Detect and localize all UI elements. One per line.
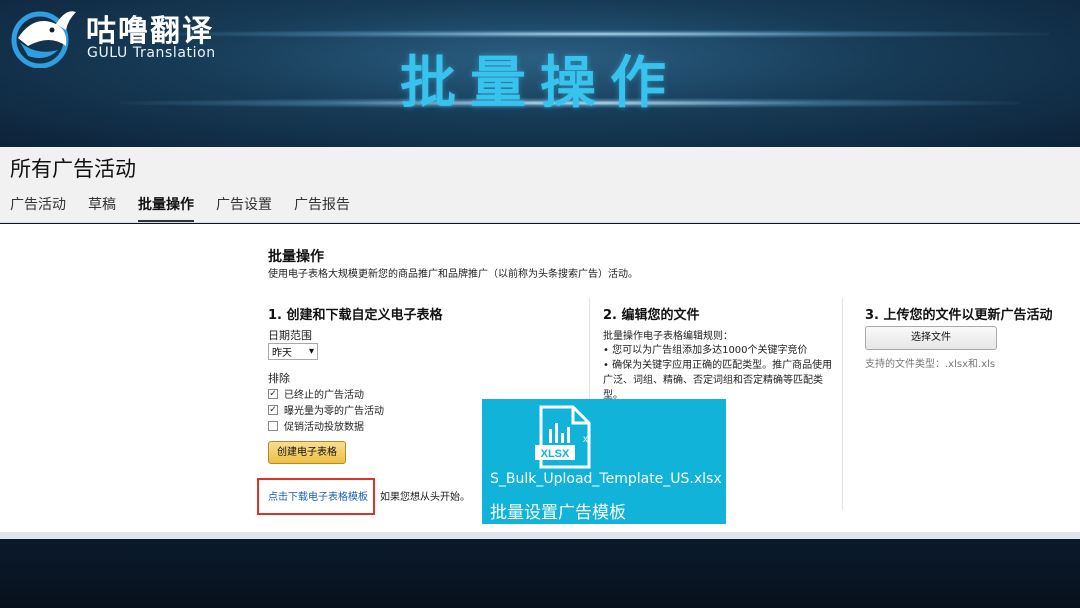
promo-data-checkbox-label: 促销活动投放数据 xyxy=(284,422,364,433)
page-title: 所有广告活动 xyxy=(10,157,136,181)
banner-glow-top xyxy=(150,30,1050,38)
exclude-terminated-checkbox-row[interactable]: ✓ 已终止的广告活动 xyxy=(268,386,364,401)
zero-impressions-checkbox-label: 曝光量为零的广告活动 xyxy=(284,406,384,417)
exclude-zero-impressions-checkbox-row[interactable]: ✓ 曝光量为零的广告活动 xyxy=(268,402,384,417)
download-template-note: 如果您想从头开始。 xyxy=(380,492,470,503)
edit-rule-line: • 您可以为广告组添加多达1000个关键字竞价 xyxy=(603,345,808,356)
edit-rule-line: • 确保为关键字应用正确的匹配类型。推广商品使用 xyxy=(603,360,833,371)
supported-file-types: 支持的文件类型：.xlsx和.xls xyxy=(865,359,996,370)
bulk-section-title: 批量操作 xyxy=(268,249,324,265)
step3-heading: 3. 上传您的文件以更新广告活动 xyxy=(865,308,1053,323)
template-file-name: S_Bulk_Upload_Template_US.xlsx xyxy=(490,471,722,487)
banner: 咕噜翻译 GULU Translation 批量操作 xyxy=(0,0,1080,147)
tab-drafts[interactable]: 草稿 xyxy=(88,194,116,222)
step2-heading: 2. 编辑您的文件 xyxy=(603,308,700,323)
footer-band xyxy=(0,539,1080,608)
column-divider xyxy=(842,298,843,510)
xlsx-file-icon: XLSX x xyxy=(535,405,591,469)
footer-stripe xyxy=(0,532,1080,539)
download-template-link[interactable]: 点击下载电子表格模板 xyxy=(268,488,368,503)
banner-title: 批量操作 xyxy=(400,51,680,116)
date-range-select[interactable]: 昨天 ▾ xyxy=(268,343,318,360)
edit-rules-title: 批量操作电子表格编辑规则： xyxy=(603,331,733,342)
xlsx-icon-label: XLSX xyxy=(541,448,570,460)
template-caption: 批量设置广告模板 xyxy=(490,503,626,523)
choose-file-button[interactable]: 选择文件 xyxy=(865,326,997,350)
tab-campaigns[interactable]: 广告活动 xyxy=(10,194,66,222)
exclude-promo-data-checkbox-row[interactable]: 促销活动投放数据 xyxy=(268,418,364,433)
terminated-checkbox[interactable]: ✓ xyxy=(268,388,278,399)
edit-rule-line: 广泛、词组、精确、否定词组和否定精确等匹配类 xyxy=(603,375,823,386)
date-range-label: 日期范围 xyxy=(268,329,312,342)
step1-heading: 1. 创建和下载自定义电子表格 xyxy=(268,308,443,323)
exclude-label: 排除 xyxy=(268,372,290,385)
promo-data-checkbox[interactable] xyxy=(268,420,278,431)
tab-ad-reports[interactable]: 广告报告 xyxy=(294,194,350,222)
terminated-checkbox-label: 已终止的广告活动 xyxy=(284,390,364,401)
page-header: 所有广告活动 广告活动 草稿 批量操作 广告设置 广告报告 xyxy=(0,147,1080,223)
chevron-down-icon: ▾ xyxy=(308,346,314,357)
template-overlay-card: XLSX x S_Bulk_Upload_Template_US.xlsx 批量… xyxy=(482,399,726,524)
date-range-value: 昨天 xyxy=(272,348,292,359)
bulk-section-description: 使用电子表格大规模更新您的商品推广和品牌推广（以前称为头条搜索广告）活动。 xyxy=(268,269,638,280)
tab-bulk-operations[interactable]: 批量操作 xyxy=(138,194,194,222)
campaign-tabs: 广告活动 草稿 批量操作 广告设置 广告报告 xyxy=(10,194,372,222)
zero-impressions-checkbox[interactable]: ✓ xyxy=(268,404,278,415)
svg-text:x: x xyxy=(583,434,588,445)
create-spreadsheet-button[interactable]: 创建电子表格 xyxy=(268,441,346,464)
tab-ad-settings[interactable]: 广告设置 xyxy=(216,194,272,222)
